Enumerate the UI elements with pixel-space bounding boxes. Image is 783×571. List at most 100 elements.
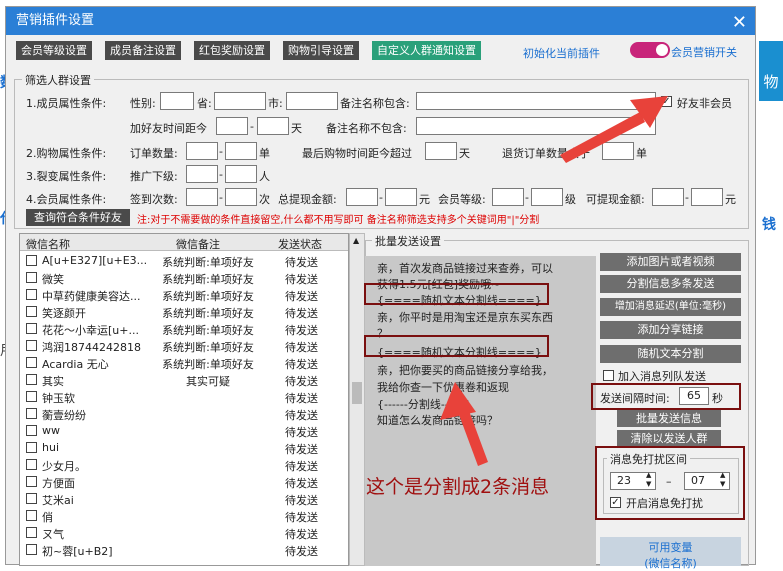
table-row[interactable]: 蘅壹纷纷 待发送: [20, 405, 346, 422]
promo-to-input[interactable]: [225, 165, 257, 183]
table-row[interactable]: Acardia 无心 系统判断:单项好友 待发送: [20, 354, 346, 371]
promo-label: 推广下级:: [130, 170, 178, 183]
level-to-input[interactable]: [531, 188, 563, 206]
city-input[interactable]: [286, 92, 338, 110]
row-checkbox[interactable]: [26, 476, 37, 487]
interval-input[interactable]: 65: [679, 387, 709, 405]
refund-input[interactable]: [602, 142, 634, 160]
table-row[interactable]: 初~蓉[u+B2] 待发送: [20, 541, 346, 558]
member-marketing-toggle[interactable]: [630, 42, 670, 58]
row-name: ww: [42, 424, 60, 437]
row-checkbox[interactable]: [26, 527, 37, 538]
sign-from-input[interactable]: [186, 188, 218, 206]
dnd-enable-checkbox[interactable]: ✓: [610, 497, 621, 508]
order-count-to-input[interactable]: [225, 142, 257, 160]
batch-send-button[interactable]: 批量发送信息: [617, 410, 721, 427]
col-header-name[interactable]: 微信名称: [26, 236, 70, 252]
level-from-input[interactable]: [492, 188, 524, 206]
row-checkbox[interactable]: [26, 544, 37, 555]
friend-time-to-input[interactable]: [257, 117, 289, 135]
row-checkbox[interactable]: [26, 323, 37, 334]
friend-not-member-checkbox[interactable]: ✓: [661, 96, 672, 107]
add-image-video-button[interactable]: 添加图片或者视频: [600, 253, 741, 271]
dnd-to-spin-icon[interactable]: ▲ ▼: [720, 471, 725, 489]
toggle-label: 会员营销开关: [671, 46, 737, 59]
scroll-up-icon[interactable]: ▲: [353, 236, 359, 245]
row-checkbox[interactable]: [26, 306, 37, 317]
clear-sent-button[interactable]: 清除以发送人群: [617, 430, 721, 447]
row-checkbox[interactable]: [26, 340, 37, 351]
table-row[interactable]: 鸿润18744242818 系统判断:单项好友 待发送: [20, 337, 346, 354]
table-row[interactable]: ㄡ气 待发送: [20, 524, 346, 541]
row-checkbox[interactable]: [26, 374, 37, 385]
tab-custom-notify[interactable]: 自定义人群通知设置: [372, 41, 481, 60]
tab-red-packet[interactable]: 红包奖励设置: [194, 41, 270, 60]
table-row[interactable]: 其实 其实可疑 待发送: [20, 371, 346, 388]
table-row[interactable]: 艾米ai 待发送: [20, 490, 346, 507]
order-count-from-input[interactable]: [186, 142, 218, 160]
row-status: 待发送: [285, 324, 318, 337]
row-checkbox[interactable]: [26, 493, 37, 504]
note-include-label: 备注名称包含:: [340, 97, 410, 110]
row-status: 待发送: [285, 375, 318, 388]
promo-from-input[interactable]: [186, 165, 218, 183]
close-icon[interactable]: ✕: [732, 9, 747, 37]
withdrawable-to-input[interactable]: [691, 188, 723, 206]
table-row[interactable]: 钟玉软 待发送: [20, 388, 346, 405]
split-multi-send-button[interactable]: 分割信息多条发送: [600, 275, 741, 293]
table-row[interactable]: 中草药健康美容达... 系统判断:单项好友 待发送: [20, 286, 346, 303]
query-friends-button[interactable]: 查询符合条件好友: [26, 209, 130, 226]
table-row[interactable]: ww 待发送: [20, 422, 346, 439]
friend-table: 微信名称 微信备注 发送状态 A[u+E327][u+E3... 系统判断:单项好…: [19, 233, 349, 566]
row-checkbox[interactable]: [26, 272, 37, 283]
queue-send-checkbox[interactable]: [603, 370, 614, 381]
table-scrollbar[interactable]: ▲: [349, 233, 365, 566]
add-delay-button[interactable]: 增加消息延迟(单位:毫秒): [600, 298, 741, 316]
table-row[interactable]: 微笑 系统判断:单项好友 待发送: [20, 269, 346, 286]
row-note: 系统判断:单项好友: [162, 307, 254, 320]
tab-member-note[interactable]: 成员备注设置: [105, 41, 181, 60]
dnd-from-spin-icon[interactable]: ▲ ▼: [646, 471, 651, 489]
table-row[interactable]: 俏 待发送: [20, 507, 346, 524]
last-buy-input[interactable]: [425, 142, 457, 160]
table-row[interactable]: hui 待发送: [20, 439, 346, 456]
scroll-thumb[interactable]: [352, 382, 362, 404]
withdrawable-from-input[interactable]: [652, 188, 684, 206]
withdraw-total-to-input[interactable]: [385, 188, 417, 206]
table-row[interactable]: 花花～小幸运[u+... 系统判断:单项好友 待发送: [20, 320, 346, 337]
province-input[interactable]: [214, 92, 266, 110]
row-checkbox[interactable]: [26, 442, 37, 453]
row-name: 微笑: [42, 273, 64, 286]
row-checkbox[interactable]: [26, 391, 37, 402]
row-note: 系统判断:单项好友: [162, 324, 254, 337]
withdraw-total-from-input[interactable]: [346, 188, 378, 206]
note-exclude-input[interactable]: [416, 117, 656, 135]
row1-label: 1.成员属性条件:: [26, 97, 107, 110]
row-checkbox[interactable]: [26, 459, 37, 470]
sign-to-input[interactable]: [225, 188, 257, 206]
row-checkbox[interactable]: [26, 255, 37, 266]
table-row[interactable]: A[u+E327][u+E3... 系统判断:单项好友 待发送: [20, 252, 346, 269]
note-include-input[interactable]: [416, 92, 656, 110]
queue-send-label: 加入消息列队发送: [618, 370, 706, 383]
variables-name[interactable]: (微信名称): [600, 555, 741, 571]
add-share-link-button[interactable]: 添加分享链接: [600, 321, 741, 339]
tab-member-level[interactable]: 会员等级设置: [16, 41, 92, 60]
table-row[interactable]: 少女月。 待发送: [20, 456, 346, 473]
filter-group-title: 筛选人群设置: [22, 72, 94, 88]
col-header-status[interactable]: 发送状态: [278, 236, 322, 252]
friend-time-from-input[interactable]: [216, 117, 248, 135]
row-checkbox[interactable]: [26, 425, 37, 436]
table-row[interactable]: 笑逐颜开 系统判断:单项好友 待发送: [20, 303, 346, 320]
gender-input[interactable]: [160, 92, 194, 110]
row-checkbox[interactable]: [26, 289, 37, 300]
table-row[interactable]: 方便面 待发送: [20, 473, 346, 490]
row-checkbox[interactable]: [26, 408, 37, 419]
init-plugin-link[interactable]: 初始化当前插件: [523, 45, 600, 61]
row-checkbox[interactable]: [26, 510, 37, 521]
random-text-split-button[interactable]: 随机文本分割: [600, 345, 741, 363]
tab-shopping-guide[interactable]: 购物引导设置: [283, 41, 359, 60]
dnd-enable-label: 开启消息免打扰: [626, 497, 703, 510]
row-checkbox[interactable]: [26, 357, 37, 368]
col-header-note[interactable]: 微信备注: [176, 236, 220, 252]
